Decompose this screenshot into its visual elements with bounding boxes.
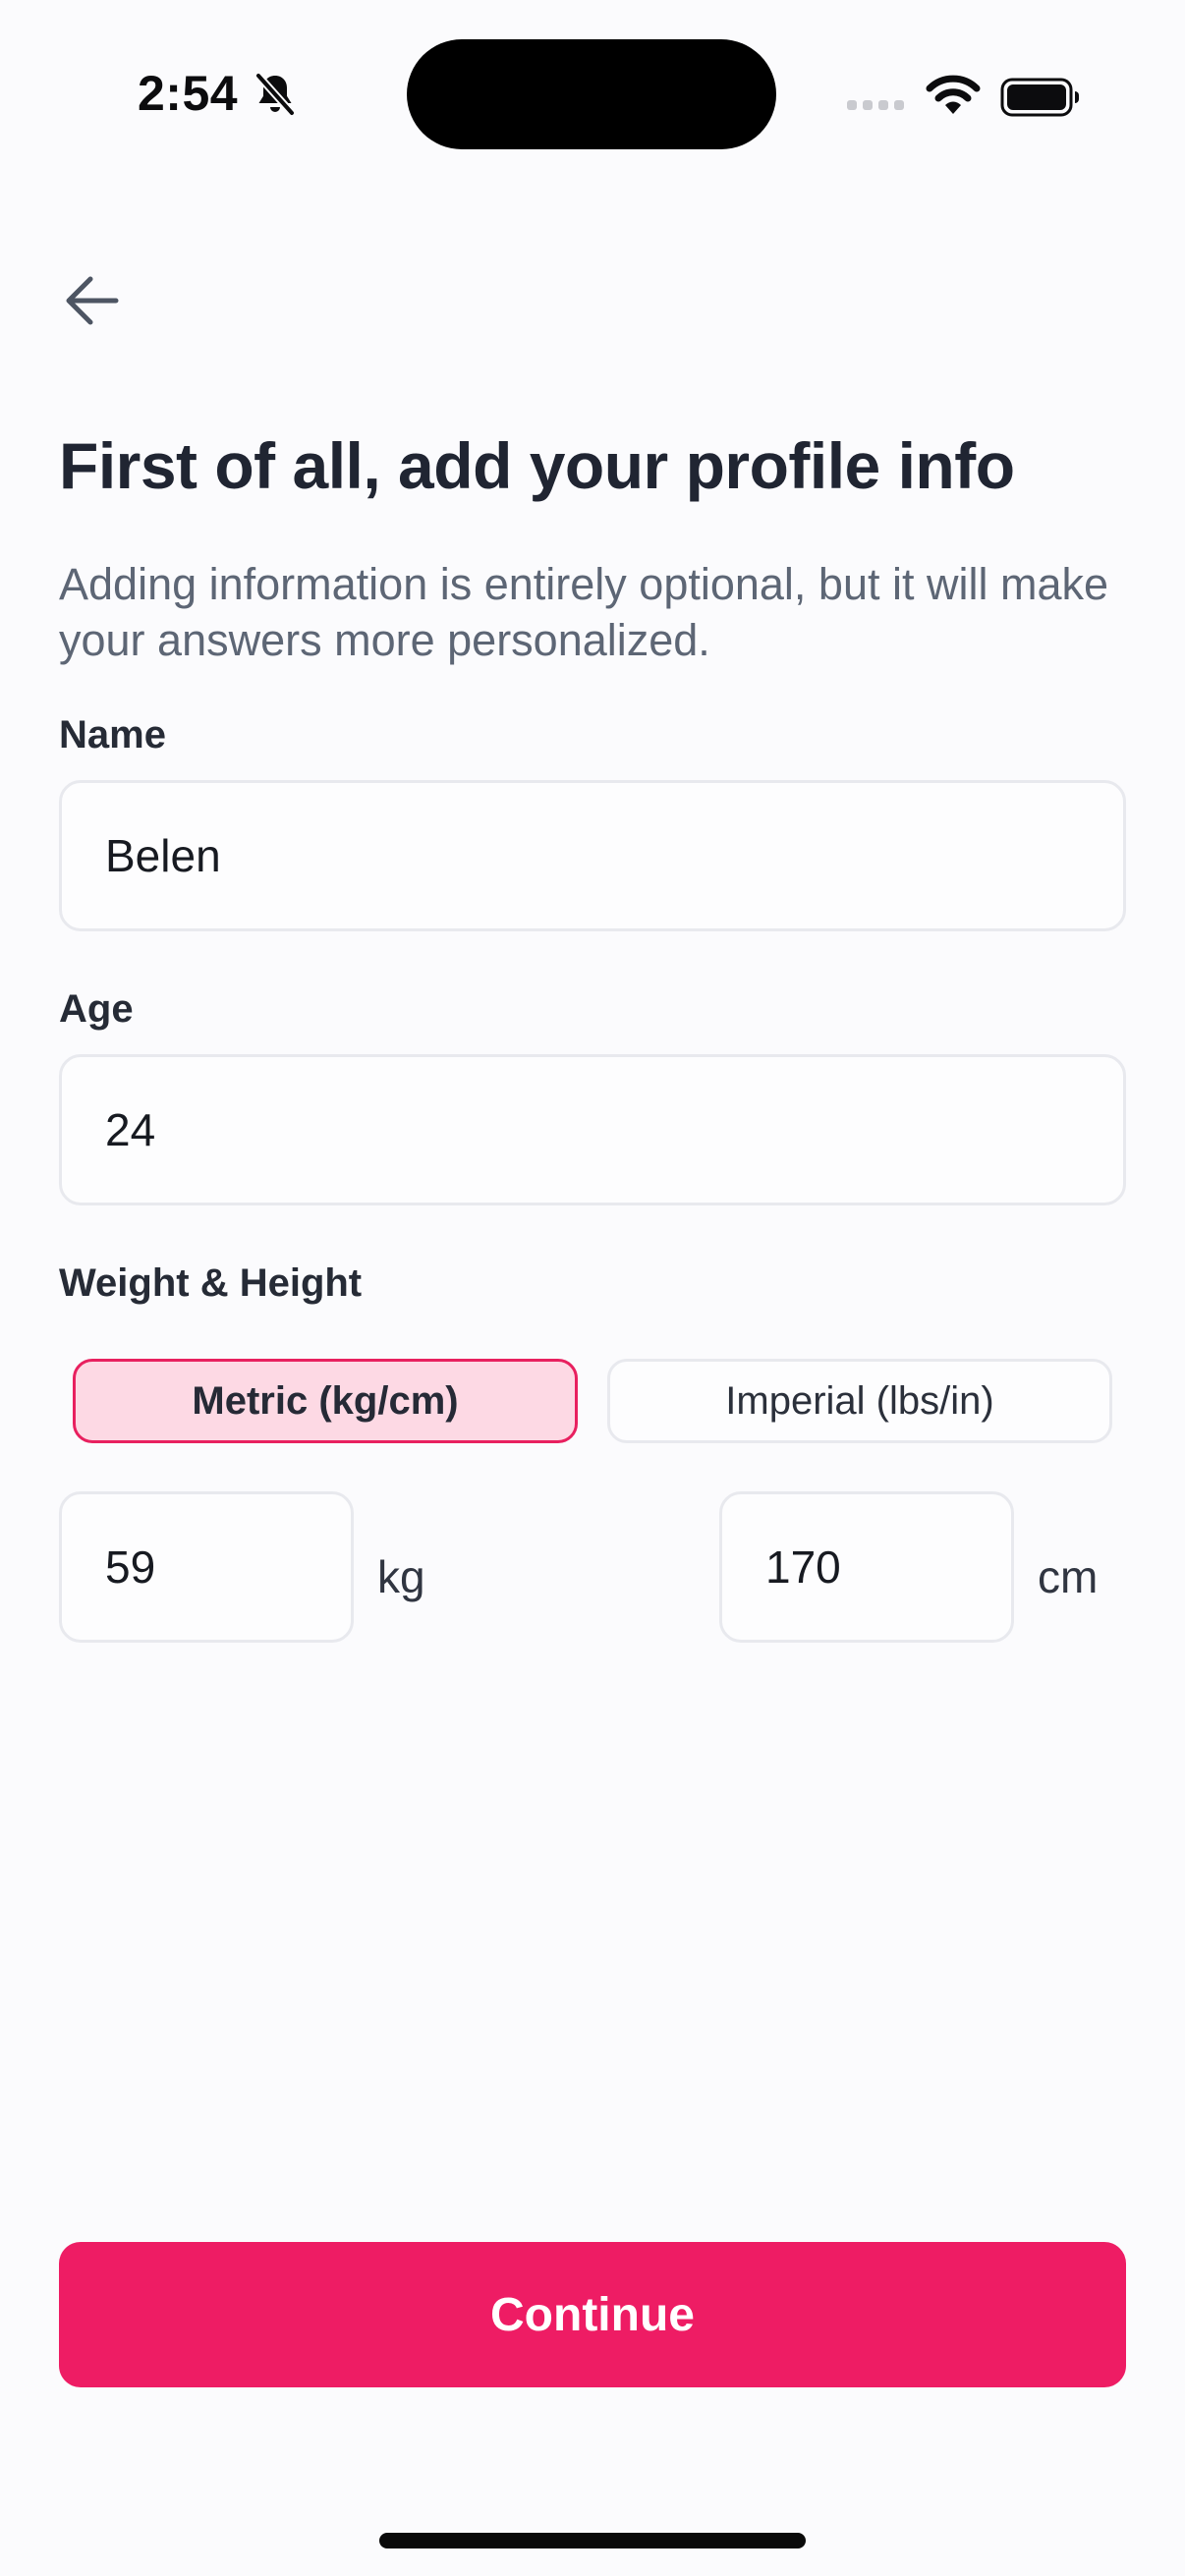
imperial-unit-toggle[interactable]: Imperial (lbs/in) [607, 1359, 1112, 1443]
page-subtitle: Adding information is entirely optional,… [59, 559, 1109, 665]
continue-label: Continue [490, 2288, 695, 2341]
wifi-icon [926, 75, 981, 114]
metric-unit-toggle[interactable]: Metric (kg/cm) [73, 1359, 578, 1443]
name-value: Belen [105, 830, 221, 881]
weight-height-label: Weight & Height [59, 1261, 363, 1305]
imperial-unit-label: Imperial (lbs/in) [725, 1378, 994, 1423]
status-time: 2:54 [138, 66, 239, 121]
metric-unit-label: Metric (kg/cm) [192, 1378, 459, 1423]
age-field[interactable]: 24 [59, 1054, 1126, 1205]
age-label: Age [59, 987, 134, 1031]
weight-field[interactable]: 59 [59, 1491, 354, 1643]
continue-button[interactable]: Continue [59, 2242, 1126, 2387]
height-field[interactable]: 170 [719, 1491, 1014, 1643]
home-indicator [379, 2533, 806, 2548]
weight-value: 59 [105, 1541, 156, 1593]
bell-slash-icon [254, 72, 296, 117]
age-value: 24 [105, 1104, 156, 1155]
dynamic-island [407, 39, 776, 149]
arrow-left-icon [66, 276, 119, 325]
weight-unit: kg [377, 1551, 425, 1602]
height-value: 170 [765, 1541, 841, 1593]
height-unit: cm [1038, 1551, 1099, 1602]
page-title: First of all, add your profile info [59, 429, 1015, 502]
name-label: Name [59, 713, 166, 756]
name-field[interactable]: Belen [59, 780, 1126, 931]
back-button[interactable] [55, 261, 134, 340]
cellular-signal-icon [847, 100, 904, 110]
battery-icon [1000, 78, 1079, 117]
